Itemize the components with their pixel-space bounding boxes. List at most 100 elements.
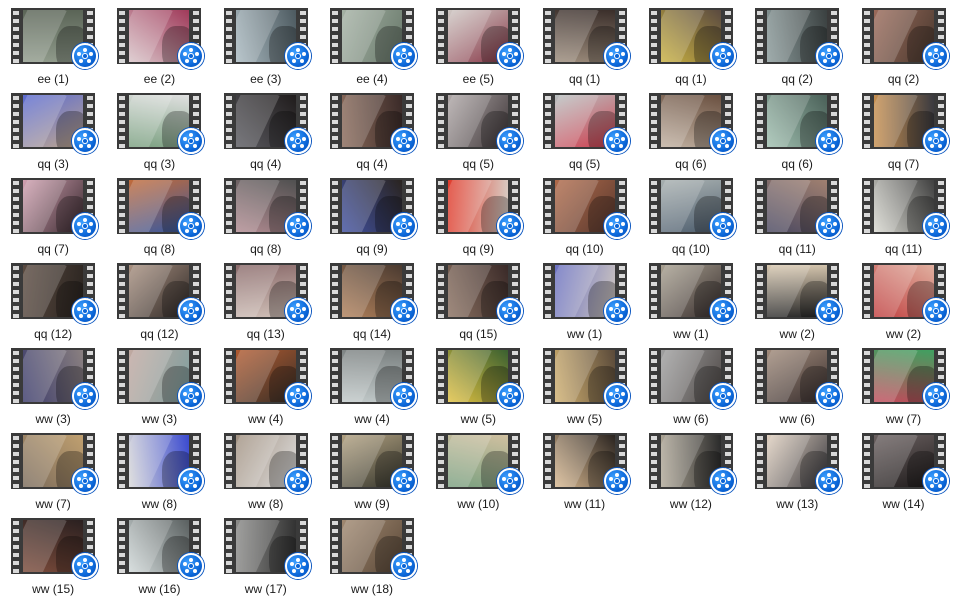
file-item[interactable]: ee (1) <box>0 4 106 89</box>
video-thumbnail[interactable] <box>223 348 311 409</box>
file-item[interactable]: ww (7) <box>0 429 106 514</box>
video-thumbnail[interactable] <box>223 178 311 239</box>
video-thumbnail[interactable] <box>330 433 418 494</box>
video-thumbnail[interactable] <box>542 8 630 69</box>
video-thumbnail[interactable] <box>11 178 99 239</box>
video-thumbnail[interactable] <box>117 93 205 154</box>
file-item[interactable]: ww (1) <box>531 259 637 344</box>
file-item[interactable]: ee (5) <box>425 4 531 89</box>
video-thumbnail[interactable] <box>436 178 524 239</box>
video-thumbnail[interactable] <box>11 8 99 69</box>
file-item[interactable]: qq (11) <box>744 174 850 259</box>
file-item[interactable]: qq (13) <box>213 259 319 344</box>
video-thumbnail[interactable] <box>330 93 418 154</box>
file-item[interactable]: ww (12) <box>638 429 744 514</box>
file-item[interactable]: qq (1) <box>531 4 637 89</box>
video-thumbnail[interactable] <box>436 433 524 494</box>
video-thumbnail[interactable] <box>223 433 311 494</box>
file-item[interactable]: qq (3) <box>106 89 212 174</box>
file-item[interactable]: qq (15) <box>425 259 531 344</box>
file-item[interactable]: qq (10) <box>638 174 744 259</box>
video-thumbnail[interactable] <box>117 433 205 494</box>
file-item[interactable]: ww (6) <box>744 344 850 429</box>
file-item[interactable]: qq (5) <box>425 89 531 174</box>
file-item[interactable]: ww (2) <box>744 259 850 344</box>
file-item[interactable]: qq (10) <box>531 174 637 259</box>
video-thumbnail[interactable] <box>542 433 630 494</box>
video-thumbnail[interactable] <box>117 8 205 69</box>
video-thumbnail[interactable] <box>648 263 736 324</box>
video-thumbnail[interactable] <box>436 263 524 324</box>
video-thumbnail[interactable] <box>542 263 630 324</box>
file-item[interactable]: ww (14) <box>850 429 956 514</box>
video-thumbnail[interactable] <box>648 93 736 154</box>
file-item[interactable]: ww (4) <box>213 344 319 429</box>
file-item[interactable]: qq (8) <box>213 174 319 259</box>
file-item[interactable]: qq (3) <box>0 89 106 174</box>
file-item[interactable]: ww (17) <box>213 514 319 599</box>
file-item[interactable]: ww (5) <box>531 344 637 429</box>
file-item[interactable]: qq (8) <box>106 174 212 259</box>
video-thumbnail[interactable] <box>542 178 630 239</box>
video-thumbnail[interactable] <box>117 178 205 239</box>
file-item[interactable]: ww (16) <box>106 514 212 599</box>
file-item[interactable]: qq (6) <box>744 89 850 174</box>
video-thumbnail[interactable] <box>542 93 630 154</box>
file-item[interactable]: ww (8) <box>106 429 212 514</box>
video-thumbnail[interactable] <box>117 518 205 579</box>
file-item[interactable]: qq (14) <box>319 259 425 344</box>
video-thumbnail[interactable] <box>11 518 99 579</box>
video-thumbnail[interactable] <box>861 8 949 69</box>
file-item[interactable]: ww (6) <box>638 344 744 429</box>
video-thumbnail[interactable] <box>11 348 99 409</box>
file-item[interactable]: ee (3) <box>213 4 319 89</box>
video-thumbnail[interactable] <box>330 518 418 579</box>
file-item[interactable]: ww (11) <box>531 429 637 514</box>
file-item[interactable]: ww (7) <box>850 344 956 429</box>
video-thumbnail[interactable] <box>648 178 736 239</box>
file-item[interactable]: qq (1) <box>638 4 744 89</box>
file-item[interactable]: ww (8) <box>213 429 319 514</box>
video-thumbnail[interactable] <box>11 263 99 324</box>
file-item[interactable]: qq (6) <box>638 89 744 174</box>
video-thumbnail[interactable] <box>755 93 843 154</box>
file-item[interactable]: ww (2) <box>850 259 956 344</box>
video-thumbnail[interactable] <box>861 348 949 409</box>
file-item[interactable]: qq (5) <box>531 89 637 174</box>
video-thumbnail[interactable] <box>223 263 311 324</box>
file-item[interactable]: ww (3) <box>106 344 212 429</box>
file-item[interactable]: qq (9) <box>319 174 425 259</box>
video-thumbnail[interactable] <box>223 8 311 69</box>
file-item[interactable]: qq (4) <box>319 89 425 174</box>
video-thumbnail[interactable] <box>330 348 418 409</box>
video-thumbnail[interactable] <box>117 263 205 324</box>
file-item[interactable]: qq (2) <box>744 4 850 89</box>
video-thumbnail[interactable] <box>861 178 949 239</box>
video-thumbnail[interactable] <box>436 8 524 69</box>
file-item[interactable]: ww (5) <box>425 344 531 429</box>
video-thumbnail[interactable] <box>861 263 949 324</box>
file-item[interactable]: ww (4) <box>319 344 425 429</box>
video-thumbnail[interactable] <box>117 348 205 409</box>
video-thumbnail[interactable] <box>436 93 524 154</box>
file-item[interactable]: ww (1) <box>638 259 744 344</box>
video-thumbnail[interactable] <box>542 348 630 409</box>
file-item[interactable]: ww (10) <box>425 429 531 514</box>
file-item[interactable]: qq (4) <box>213 89 319 174</box>
video-thumbnail[interactable] <box>755 178 843 239</box>
file-item[interactable]: qq (2) <box>850 4 956 89</box>
video-thumbnail[interactable] <box>648 8 736 69</box>
video-thumbnail[interactable] <box>648 348 736 409</box>
file-item[interactable]: qq (11) <box>850 174 956 259</box>
file-item[interactable]: qq (12) <box>0 259 106 344</box>
video-thumbnail[interactable] <box>861 93 949 154</box>
video-thumbnail[interactable] <box>436 348 524 409</box>
video-thumbnail[interactable] <box>755 433 843 494</box>
video-thumbnail[interactable] <box>11 433 99 494</box>
video-thumbnail[interactable] <box>11 93 99 154</box>
video-thumbnail[interactable] <box>330 8 418 69</box>
file-item[interactable]: ee (4) <box>319 4 425 89</box>
file-item[interactable]: qq (7) <box>0 174 106 259</box>
video-thumbnail[interactable] <box>755 8 843 69</box>
video-thumbnail[interactable] <box>648 433 736 494</box>
